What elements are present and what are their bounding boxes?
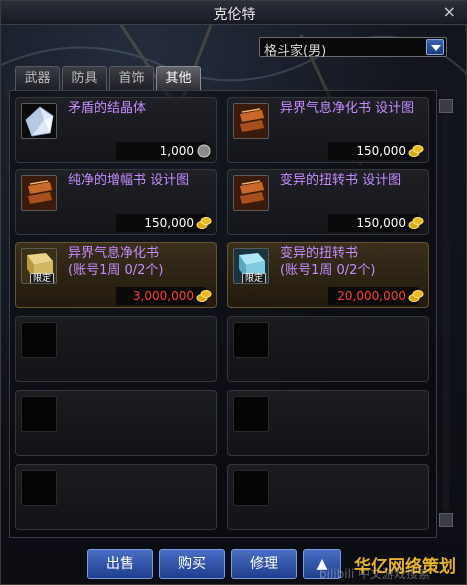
watermark-sub: bilibili 中文游戏搜索 bbox=[319, 567, 431, 581]
item-price: 3,000,000 bbox=[132, 289, 194, 303]
title-bar[interactable]: 克伦特 × bbox=[1, 1, 467, 25]
shop-window: 克伦特 × 格斗家(男) 武器 防具 首饰 其他 矛盾的结晶体 1,000 异界… bbox=[0, 0, 467, 585]
scroll-icon bbox=[233, 103, 269, 139]
empty-icon-slot bbox=[233, 396, 269, 432]
empty-icon-slot bbox=[21, 322, 57, 358]
chevron-down-icon[interactable] bbox=[426, 39, 444, 55]
tab-armor[interactable]: 防具 bbox=[62, 66, 107, 90]
item-card[interactable]: 矛盾的结晶体 1,000 bbox=[15, 97, 217, 163]
limited-badge: 限定 bbox=[242, 273, 267, 283]
class-select[interactable]: 格斗家(男) bbox=[259, 37, 447, 59]
empty-slot bbox=[227, 390, 429, 456]
item-card[interactable]: 变异的扭转书 设计图 150,000 bbox=[227, 169, 429, 235]
class-select-value: 格斗家(男) bbox=[264, 44, 327, 59]
gold-coin-icon bbox=[196, 217, 212, 229]
gold-coin-icon bbox=[408, 217, 424, 229]
tab-other[interactable]: 其他 bbox=[156, 66, 201, 90]
buy-button[interactable]: 购买 bbox=[159, 549, 225, 579]
scroll-track[interactable] bbox=[443, 115, 449, 511]
item-name: 异界气息净化书 设计图 bbox=[280, 101, 415, 116]
item-name: 异界气息净化书 (账号1周 0/2个) bbox=[68, 246, 164, 278]
crystal-icon bbox=[21, 103, 57, 139]
book-gold-icon: 限定 bbox=[21, 248, 57, 284]
item-name: 变异的扭转书 (账号1周 0/2个) bbox=[280, 246, 376, 278]
silver-coin-icon bbox=[197, 144, 211, 158]
scroll-up-icon[interactable] bbox=[439, 99, 453, 113]
gold-coin-icon bbox=[408, 290, 424, 302]
tab-weapons[interactable]: 武器 bbox=[15, 66, 60, 90]
item-price: 1,000 bbox=[159, 144, 194, 158]
limited-badge: 限定 bbox=[30, 273, 55, 283]
item-name: 矛盾的结晶体 bbox=[68, 101, 147, 116]
empty-icon-slot bbox=[21, 470, 57, 506]
sell-button[interactable]: 出售 bbox=[87, 549, 153, 579]
item-card[interactable]: 异界气息净化书 设计图 150,000 bbox=[227, 97, 429, 163]
empty-slot bbox=[15, 464, 217, 530]
gold-coin-icon bbox=[196, 290, 212, 302]
repair-button[interactable]: 修理 bbox=[231, 549, 297, 579]
item-price: 150,000 bbox=[144, 216, 194, 230]
item-name: 变异的扭转书 设计图 bbox=[280, 173, 402, 188]
item-price: 20,000,000 bbox=[337, 289, 406, 303]
scrollbar[interactable] bbox=[437, 99, 455, 527]
empty-icon-slot bbox=[233, 322, 269, 358]
empty-icon-slot bbox=[21, 396, 57, 432]
item-card[interactable]: 限定 异界气息净化书 (账号1周 0/2个) 3,000,000 bbox=[15, 242, 217, 308]
scroll-icon bbox=[21, 175, 57, 211]
item-name: 纯净的增幅书 设计图 bbox=[68, 173, 190, 188]
window-title: 克伦特 bbox=[213, 7, 256, 23]
scroll-icon bbox=[233, 175, 269, 211]
item-price: 150,000 bbox=[356, 216, 406, 230]
empty-slot bbox=[15, 316, 217, 382]
empty-slot bbox=[227, 316, 429, 382]
scroll-down-icon[interactable] bbox=[439, 513, 453, 527]
tab-accessories[interactable]: 首饰 bbox=[109, 66, 154, 90]
item-card[interactable]: 限定 变异的扭转书 (账号1周 0/2个) 20,000,000 bbox=[227, 242, 429, 308]
book-blue-icon: 限定 bbox=[233, 248, 269, 284]
item-price: 150,000 bbox=[356, 144, 406, 158]
empty-icon-slot bbox=[233, 470, 269, 506]
empty-slot bbox=[15, 390, 217, 456]
empty-slot bbox=[227, 464, 429, 530]
item-card[interactable]: 纯净的增幅书 设计图 150,000 bbox=[15, 169, 217, 235]
close-icon[interactable]: × bbox=[443, 2, 456, 21]
gold-coin-icon bbox=[408, 145, 424, 157]
